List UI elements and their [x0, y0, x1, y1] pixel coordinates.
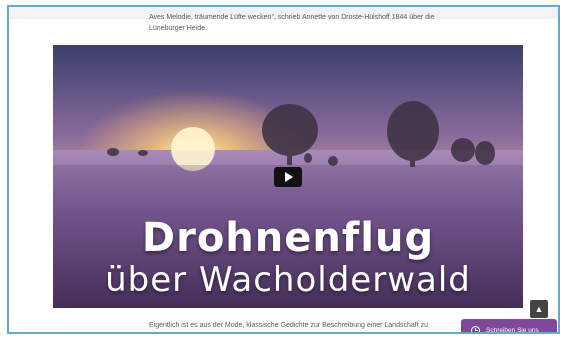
page-frame: Aves Melodie, träumende Lüfte wecken", s…: [7, 5, 560, 334]
play-icon: [285, 172, 293, 182]
video-title-line1: Drohnenflug: [141, 215, 435, 261]
play-button[interactable]: [274, 167, 302, 187]
article-intro-text: Aves Melodie, träumende Lüfte wecken", s…: [149, 14, 435, 32]
video-title-line2: über Wacholderwald: [105, 260, 471, 300]
clock-icon: [471, 325, 480, 332]
chevron-up-icon: ▲: [534, 304, 544, 314]
contact-label: Schreiben Sie uns: [486, 326, 539, 334]
scroll-to-top-button[interactable]: ▲: [530, 300, 548, 318]
video-player[interactable]: Drohnenflug über Wacholderwald: [53, 45, 523, 308]
article-body-text: Eigentlich ist es aus der Mode, klassisc…: [149, 322, 428, 329]
contact-button[interactable]: Schreiben Sie uns: [461, 319, 557, 334]
